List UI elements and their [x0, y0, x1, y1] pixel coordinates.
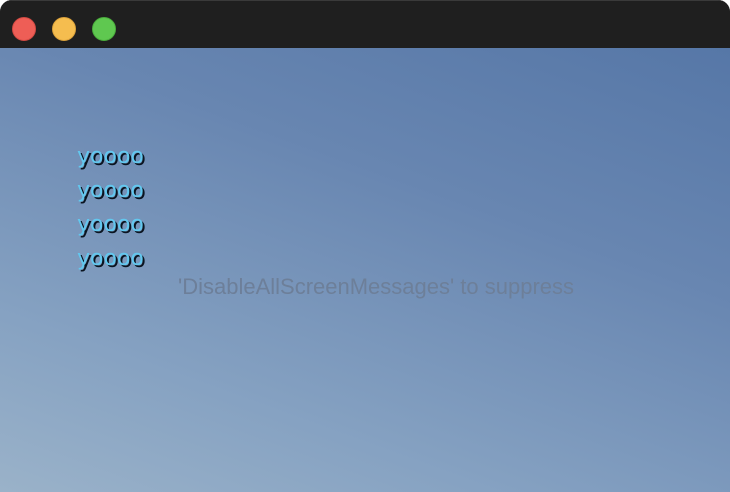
close-window-button[interactable]: [12, 17, 36, 41]
suppress-messages-hint: 'DisableAllScreenMessages' to suppress: [178, 274, 575, 299]
screen-message-list: yoooo yoooo yoooo yoooo: [77, 140, 144, 276]
screen-message: yoooo: [77, 144, 144, 169]
game-viewport[interactable]: yoooo yoooo yoooo yoooo 'DisableAllScree…: [0, 48, 730, 492]
title-bar[interactable]: [0, 0, 730, 48]
app-window: yoooo yoooo yoooo yoooo 'DisableAllScree…: [0, 0, 730, 492]
maximize-window-button[interactable]: [92, 17, 116, 41]
screen-message: yoooo: [77, 178, 144, 203]
screen-message: yoooo: [77, 246, 144, 271]
screen-message: yoooo: [77, 212, 144, 237]
minimize-window-button[interactable]: [52, 17, 76, 41]
